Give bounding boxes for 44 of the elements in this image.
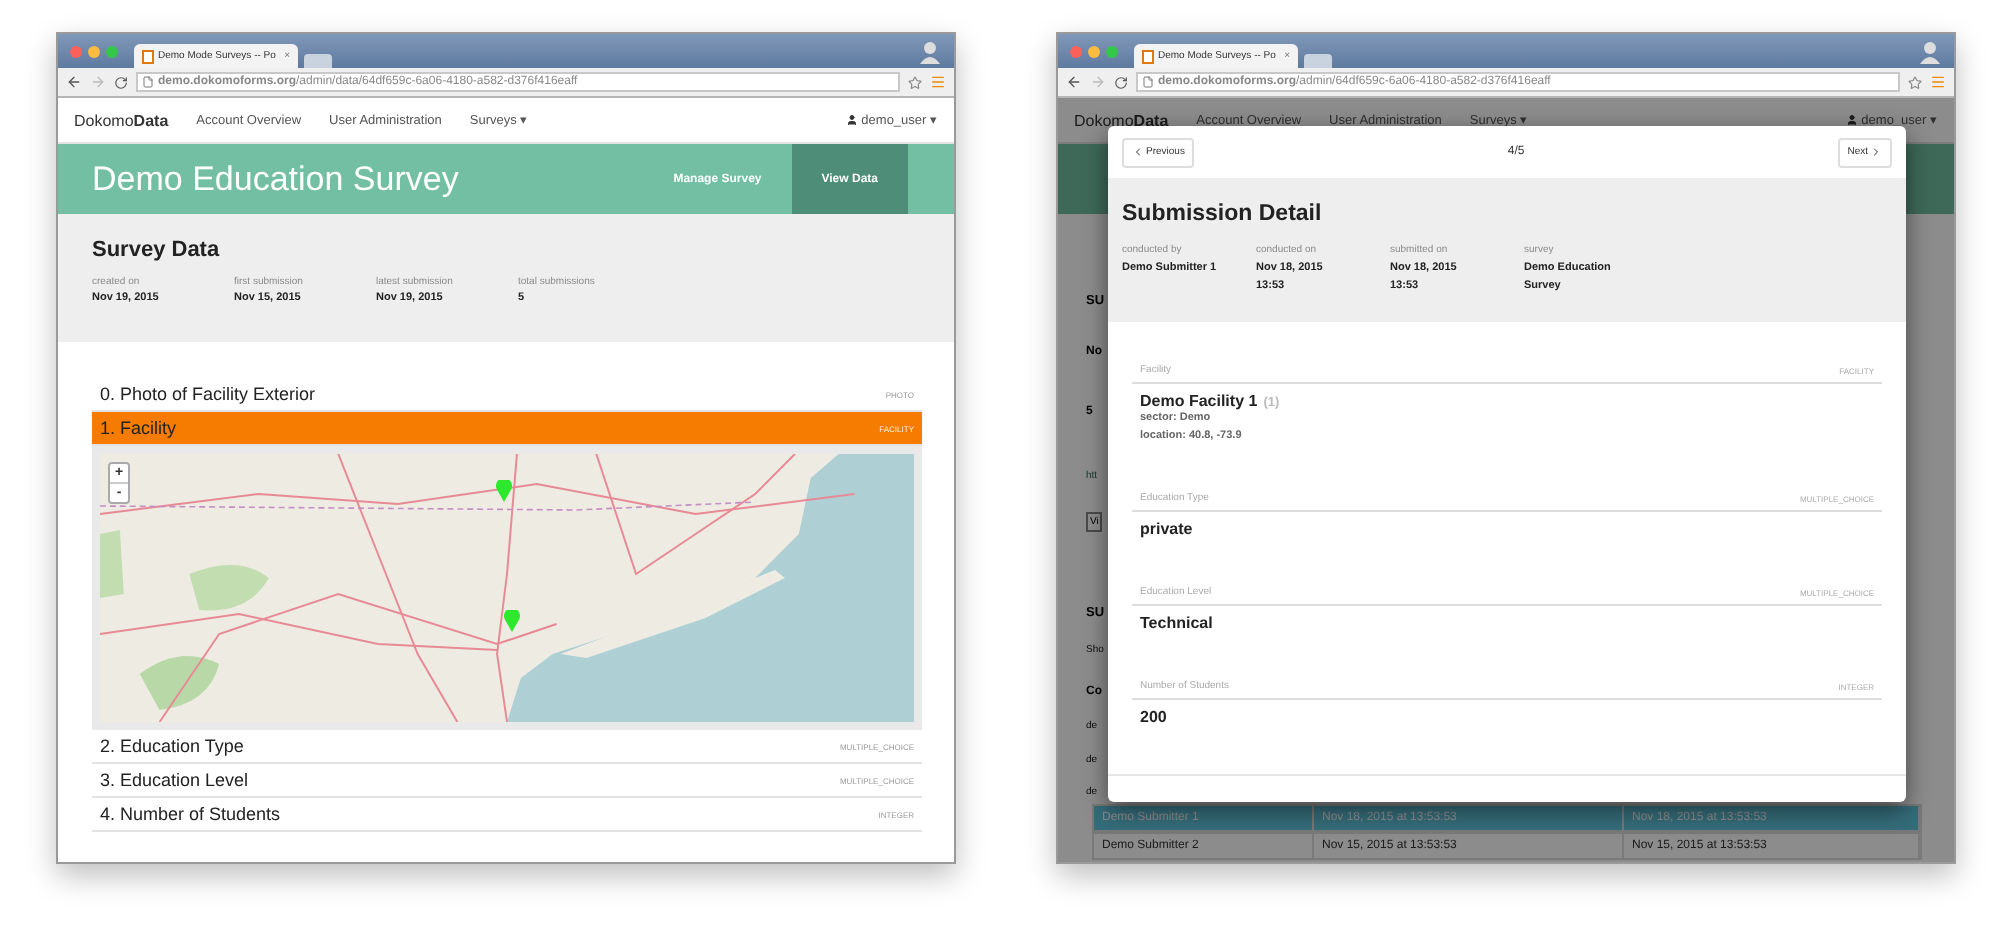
reload-icon[interactable] <box>1114 75 1128 89</box>
profile-icon[interactable] <box>1918 39 1942 63</box>
page-icon <box>1142 76 1154 88</box>
brand-logo[interactable]: DokomoData <box>1074 111 1169 129</box>
zoom-button[interactable] <box>106 45 118 57</box>
map-marker-icon[interactable] <box>504 610 520 632</box>
close-button[interactable] <box>70 45 82 57</box>
reload-icon[interactable] <box>114 75 128 89</box>
minimize-button[interactable] <box>1088 45 1100 57</box>
brand-logo[interactable]: DokomoData <box>74 111 169 129</box>
question-title: 2. Education Type <box>100 736 244 756</box>
new-tab-button[interactable] <box>1304 54 1332 68</box>
facility-name: Demo Facility 1 <box>1140 392 1258 410</box>
question-title: 4. Number of Students <box>100 804 281 824</box>
dialog-title: Submission Detail <box>1122 202 1324 226</box>
survey-title: Demo Education Survey <box>92 159 459 199</box>
answer-value: 200 <box>1138 706 1169 726</box>
back-icon[interactable] <box>66 74 82 90</box>
zoom-button[interactable] <box>1106 45 1118 57</box>
question-title: 0. Photo of Facility Exterior <box>100 384 316 404</box>
minimize-button[interactable] <box>88 45 100 57</box>
profile-icon[interactable] <box>918 39 942 63</box>
user-icon <box>1845 114 1858 126</box>
chevron-right-icon <box>1869 146 1882 158</box>
forward-icon[interactable] <box>90 74 106 90</box>
question-title: 1. Facility <box>100 418 177 438</box>
map-marker-icon[interactable] <box>496 480 512 502</box>
menu-icon[interactable] <box>1930 74 1946 90</box>
page-icon <box>1142 49 1154 63</box>
chevron-left-icon <box>1132 146 1144 158</box>
answer-value: private <box>1138 518 1195 538</box>
page-icon <box>142 76 154 88</box>
menu-icon[interactable] <box>930 74 946 90</box>
bookmark-star-icon[interactable] <box>908 75 922 89</box>
new-tab-button[interactable] <box>304 54 332 68</box>
section-title: Survey Data <box>92 238 222 262</box>
question-title: 3. Education Level <box>100 770 249 790</box>
user-icon <box>845 114 858 126</box>
bookmark-star-icon[interactable] <box>1908 75 1922 89</box>
page-icon <box>142 49 154 63</box>
answer-value: Technical <box>1138 612 1215 632</box>
back-icon[interactable] <box>1066 74 1082 90</box>
close-button[interactable] <box>1070 45 1082 57</box>
forward-icon[interactable] <box>1090 74 1106 90</box>
